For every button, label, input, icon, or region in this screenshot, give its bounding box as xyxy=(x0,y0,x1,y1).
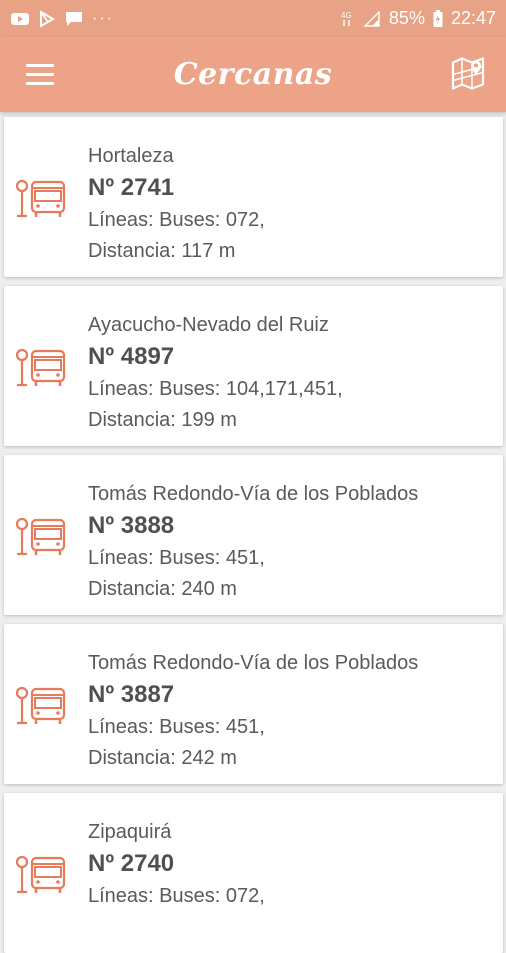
stop-name: Tomás Redondo-Vía de los Poblados xyxy=(88,483,419,505)
stop-distance: Distancia: 117 m xyxy=(88,240,236,262)
stop-name: Ayacucho-Nevado del Ruiz xyxy=(88,314,329,336)
svg-text:4G: 4G xyxy=(341,11,352,20)
play-store-icon xyxy=(38,9,56,28)
youtube-icon xyxy=(10,11,30,27)
stop-card[interactable]: Ayacucho-Nevado del Ruiz Nº 4897 Líneas:… xyxy=(4,286,503,446)
signal-icon xyxy=(363,10,381,27)
map-icon xyxy=(451,56,485,90)
battery-icon xyxy=(433,9,443,28)
map-button[interactable] xyxy=(450,54,486,95)
battery-percent: 85% xyxy=(388,8,425,28)
bus-stop-icon xyxy=(14,852,68,903)
hamburger-menu-icon xyxy=(26,63,54,67)
stop-lines: Líneas: Buses: 072, xyxy=(88,885,265,907)
bus-stop-icon xyxy=(14,176,68,227)
page-title: Cercanas xyxy=(173,57,333,92)
stop-lines: Líneas: Buses: 072, xyxy=(88,209,265,231)
stop-name: Tomás Redondo-Vía de los Poblados xyxy=(88,652,419,674)
stop-card[interactable]: Zipaquirá Nº 2740 Líneas: Buses: 072, xyxy=(4,793,503,953)
stop-number: Nº 2741 xyxy=(88,174,175,201)
menu-button[interactable] xyxy=(26,63,54,86)
stop-card[interactable]: Tomás Redondo-Vía de los Poblados Nº 388… xyxy=(4,624,503,784)
message-icon xyxy=(64,10,84,28)
clock: 22:47 xyxy=(450,8,496,28)
status-more-dots: ··· xyxy=(92,9,114,27)
stop-lines: Líneas: Buses: 451, xyxy=(88,716,265,738)
stop-distance: Distancia: 199 m xyxy=(88,409,237,431)
app-bar: Cercanas xyxy=(0,37,506,112)
stop-number: Nº 3888 xyxy=(88,512,175,539)
network-4g-icon: 4G xyxy=(339,10,355,28)
status-left: ··· xyxy=(10,10,114,28)
stop-card[interactable]: Tomás Redondo-Vía de los Poblados Nº 388… xyxy=(4,455,503,615)
stop-number: Nº 3887 xyxy=(88,681,175,708)
bus-stop-icon xyxy=(14,683,68,734)
bus-stop-icon xyxy=(14,514,68,565)
stop-name: Zipaquirá xyxy=(88,821,172,843)
stop-lines: Líneas: Buses: 451, xyxy=(88,547,265,569)
stop-distance xyxy=(88,912,493,943)
stop-distance: Distancia: 240 m xyxy=(88,578,237,600)
status-right: 4G 85% 22:47 xyxy=(339,8,496,29)
stop-number: Nº 2740 xyxy=(88,850,175,877)
stop-distance: Distancia: 242 m xyxy=(88,747,237,769)
status-bar: ··· 4G 85% 22:47 xyxy=(0,0,506,37)
stop-card[interactable]: Hortaleza Nº 2741 Líneas: Buses: 072, Di… xyxy=(4,117,503,277)
stop-number: Nº 4897 xyxy=(88,343,175,370)
stop-name: Hortaleza xyxy=(88,145,174,167)
stop-lines: Líneas: Buses: 104,171,451, xyxy=(88,378,343,400)
bus-stop-icon xyxy=(14,345,68,396)
